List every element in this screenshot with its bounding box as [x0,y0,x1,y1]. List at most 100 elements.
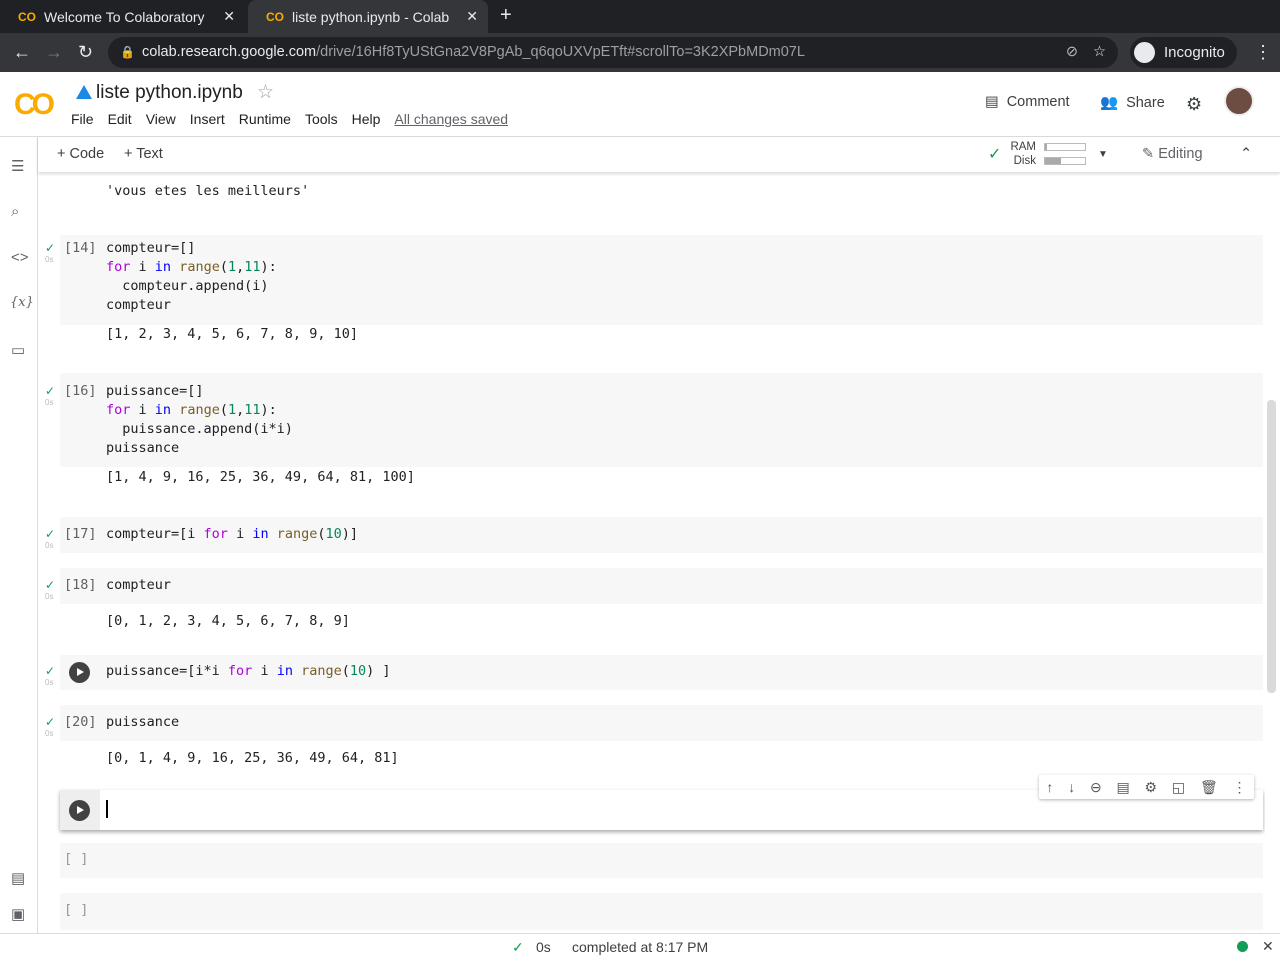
cell-prompt: [20] [64,714,97,730]
code-cell[interactable] [60,843,1263,878]
chevron-down-icon[interactable]: ▼ [1098,149,1108,160]
eye-off-icon[interactable]: ⊘ [1066,37,1078,68]
tab-welcome[interactable]: CO Welcome To Colaboratory ✕ [0,0,245,33]
add-code-button[interactable]: + Code [57,146,104,162]
code-cell[interactable] [60,568,1263,604]
disk-label: Disk [1013,155,1036,167]
menu-view[interactable]: View [146,111,176,127]
close-status-icon[interactable]: ✕ [1262,938,1274,955]
browser-tab-bar: CO Welcome To Colaboratory ✕ CO liste pytho… [0,0,1280,33]
code-token: i [227,526,253,542]
new-tab-button[interactable]: + [500,4,512,27]
more-icon[interactable]: ⋮ [1233,779,1247,796]
run-cell-button[interactable] [69,800,90,821]
code-token: compteur [106,297,172,313]
co-icon: CO [18,9,36,24]
close-tab-icon[interactable]: ✕ [223,8,235,25]
cell-toolbar: ↑ ↓ ⊖ ▤ ⚙ ◱ 🗑 ⋮ [1039,775,1254,799]
mirror-cell-icon[interactable]: ◱ [1172,779,1185,796]
code-line[interactable]: puissance.append(i*i) [106,421,293,437]
resource-monitor[interactable]: RAM Disk [998,140,1036,168]
code-token: range [179,402,220,418]
url-input[interactable]: 🔒 colab.research.google.com/drive/16Hf8Ty… [108,37,1118,68]
save-status-link[interactable]: All changes saved [394,111,508,127]
left-sidebar: ☰ ⌕ <> {x} ▭ ▤ ▣ [0,137,38,933]
editing-mode-button[interactable]: ✎ Editing [1142,146,1203,162]
people-icon: 👥 [1100,95,1119,111]
code-line[interactable]: compteur [106,297,171,313]
status-text: completed at 8:17 PM [572,939,709,955]
menu-file[interactable]: File [71,111,94,127]
table-of-contents-icon[interactable]: ☰ [11,157,24,175]
code-token: 10 [349,663,367,679]
cell-output: [1, 2, 3, 4, 5, 6, 7, 8, 9, 10] [106,326,358,342]
forward-icon[interactable]: → [45,42,63,63]
notebook-title[interactable]: liste python.ipynb [96,82,243,104]
code-token: 11 [244,259,261,275]
code-token: ): [260,259,277,275]
run-cell-button[interactable] [69,662,90,683]
menu-help[interactable]: Help [352,111,381,127]
comment-icon: ▤ [985,94,999,110]
code-line[interactable]: compteur=[i for i in range(10)] [106,526,358,542]
arrow-down-icon[interactable]: ↓ [1068,779,1075,795]
code-line[interactable]: puissance=[] [106,383,204,399]
notebook-cells: 'vous etes les meilleurs' ✓ 0s [14] compteur… [39,172,1265,933]
close-tab-icon[interactable]: ✕ [466,8,478,25]
code-cell[interactable] [60,373,1263,467]
reload-icon[interactable]: ↻ [78,42,93,63]
connection-dot-icon [1237,941,1248,952]
menu-edit[interactable]: Edit [108,111,132,127]
code-cell[interactable] [60,893,1263,930]
code-line[interactable]: compteur.append(i) [106,278,269,294]
folder-icon[interactable]: ▭ [11,341,25,359]
code-cell[interactable] [60,705,1263,741]
tab-liste-python[interactable]: CO liste python.ipynb - Colab ✕ [248,0,488,33]
share-button[interactable]: 👥 Share [1100,94,1165,112]
address-bar: ← → ↻ 🔒 colab.research.google.com/drive/1… [0,33,1280,72]
code-token: ( [219,402,228,418]
execution-time: 0s [45,398,54,407]
code-token: range [276,526,318,542]
menu-insert[interactable]: Insert [190,111,225,127]
settings-gear-icon[interactable]: ⚙ [1186,94,1202,115]
terminal-icon[interactable]: ▣ [11,905,25,923]
command-palette-icon[interactable]: ▤ [11,869,25,887]
bookmark-star-icon[interactable]: ☆ [1093,37,1106,68]
menu-tools[interactable]: Tools [305,111,338,127]
arrow-up-icon[interactable]: ↑ [1046,779,1053,795]
code-token: puissance [106,714,180,730]
cell-prompt: [18] [64,577,97,593]
scrollbar[interactable] [1267,400,1276,693]
add-text-button[interactable]: + Text [124,146,163,162]
code-snippets-icon[interactable]: <> [11,249,29,266]
execution-time: 0s [45,541,54,550]
code-token: for [227,663,253,679]
code-token: )] [341,526,359,542]
code-line[interactable]: puissance=[i*i for i in range(10) ] [106,663,391,679]
avatar[interactable] [1224,86,1254,116]
variables-icon[interactable]: {x} [10,295,34,310]
delete-icon[interactable]: 🗑 [1200,779,1218,796]
search-icon[interactable]: ⌕ [11,203,19,220]
code-line[interactable]: compteur=[] [106,240,195,256]
code-line[interactable]: puissance [106,714,179,730]
settings-icon[interactable]: ⚙ [1145,779,1158,796]
incognito-badge[interactable]: Incognito [1130,37,1237,68]
code-line[interactable]: for i in range(1,11): [106,259,277,275]
collapse-header-icon[interactable]: ⌃ [1240,146,1252,162]
star-icon[interactable]: ☆ [257,81,274,104]
browser-menu-icon[interactable]: ⋮ [1254,42,1272,63]
code-line[interactable]: for i in range(1,11): [106,402,277,418]
comment-button[interactable]: ▤ Comment [985,94,1070,110]
execution-time: 0s [45,678,54,687]
code-line[interactable]: puissance [106,440,179,456]
code-token: ( [341,663,350,679]
link-icon[interactable]: ⊖ [1090,779,1102,796]
back-icon[interactable]: ← [13,42,31,63]
cell-prompt: [17] [64,526,97,542]
comment-icon[interactable]: ▤ [1117,779,1130,796]
code-line[interactable]: compteur [106,577,171,593]
code-token: compteur.append(i) [106,278,269,294]
menu-runtime[interactable]: Runtime [239,111,291,127]
